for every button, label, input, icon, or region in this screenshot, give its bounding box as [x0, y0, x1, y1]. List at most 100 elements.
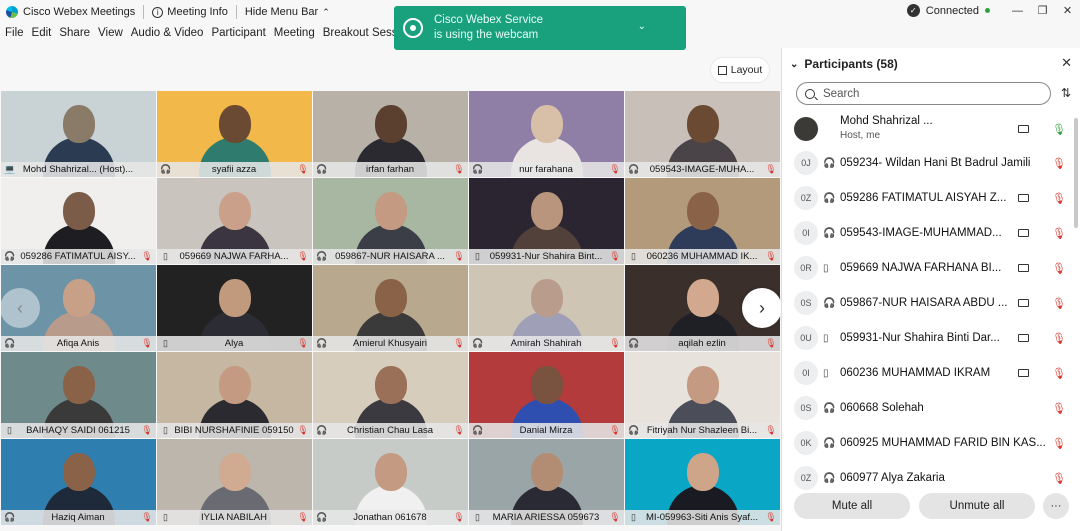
- participant-video: [42, 453, 115, 525]
- muted-mic-icon[interactable]: 🎙: [1052, 402, 1066, 415]
- muted-mic-icon[interactable]: 🎙: [1052, 472, 1066, 485]
- muted-mic-icon: 🎙: [765, 251, 777, 261]
- video-tile[interactable]: ▯ IYLIA NABILAH 🎙: [157, 439, 312, 525]
- layout-button[interactable]: Layout: [711, 58, 769, 82]
- participant-row[interactable]: 0U ▯ 059931-Nur Shahira Binti Dar... 🎙: [782, 321, 1072, 355]
- more-options-button[interactable]: ···: [1043, 493, 1069, 519]
- muted-mic-icon[interactable]: 🎙: [1052, 227, 1066, 240]
- participant-search-input[interactable]: Search: [796, 82, 1051, 105]
- participant-video: [42, 105, 115, 177]
- video-tile[interactable]: 🎧 nur farahana 🎙: [469, 91, 624, 177]
- headset-icon: 🎧: [472, 338, 484, 348]
- connection-status[interactable]: ✓ Connected: [906, 4, 990, 17]
- headset-icon: 🎧: [4, 512, 16, 522]
- video-icon[interactable]: [1018, 369, 1029, 377]
- menu-meeting[interactable]: Meeting: [274, 27, 315, 45]
- participant-row[interactable]: 0I ▯ 060236 MUHAMMAD IKRAM 🎙: [782, 356, 1072, 390]
- video-tile[interactable]: 🎧 syafii azza 🎙: [157, 91, 312, 177]
- muted-mic-icon[interactable]: 🎙: [1052, 437, 1066, 450]
- participant-row[interactable]: 0R ▯ 059669 NAJWA FARHANA BI... 🎙: [782, 251, 1072, 285]
- next-page-button[interactable]: ›: [742, 288, 782, 328]
- video-tile[interactable]: ▯ BIBI NURSHAFINIE 059150 🎙: [157, 352, 312, 438]
- participant-row[interactable]: 0J 🎧 059234- Wildan Hani Bt Badrul Jamil…: [782, 146, 1072, 180]
- chevron-down-icon[interactable]: ⌄: [638, 21, 646, 32]
- menu-share[interactable]: Share: [59, 27, 90, 45]
- video-tile[interactable]: ▯ BAIHAQY SAIDI 061215 🎙: [1, 352, 156, 438]
- hide-menu-bar-button[interactable]: Hide Menu Bar ⌃: [245, 6, 330, 18]
- participant-row[interactable]: 0S 🎧 059867-NUR HAISARA ABDU ... 🎙: [782, 286, 1072, 320]
- muted-mic-icon[interactable]: 🎙: [1052, 262, 1066, 275]
- menu-file[interactable]: File: [5, 27, 24, 45]
- video-tile[interactable]: ▯ 059669 NAJWA FARHA... 🎙: [157, 178, 312, 264]
- muted-mic-icon: 🎙: [453, 512, 465, 522]
- video-tile[interactable]: 🎧 Haziq Aiman 🎙: [1, 439, 156, 525]
- close-panel-icon[interactable]: ✕: [1061, 55, 1072, 71]
- participant-row-host[interactable]: Mohd Shahrizal ... Host, me 🎙: [782, 112, 1072, 146]
- previous-page-button[interactable]: ‹: [0, 288, 40, 328]
- video-icon[interactable]: [1018, 229, 1029, 237]
- video-icon[interactable]: [1018, 299, 1029, 307]
- video-tile[interactable]: 🎧 Amierul Khusyairi 🎙: [313, 265, 468, 351]
- phone-icon: ▯: [163, 425, 168, 435]
- participant-video: [510, 279, 583, 351]
- participant-name: 059286 FATIMATUL AISY...: [20, 251, 136, 262]
- video-tile[interactable]: ▯ 060236 MUHAMMAD IK... 🎙: [625, 178, 780, 264]
- minimize-icon[interactable]: —: [1005, 0, 1030, 22]
- menu-edit[interactable]: Edit: [32, 27, 52, 45]
- headset-icon: 🎧: [4, 338, 16, 348]
- webcam-notification[interactable]: Cisco Webex Service is using the webcam …: [394, 6, 686, 50]
- phone-icon: ▯: [823, 367, 829, 379]
- app-title: Cisco Webex Meetings: [23, 6, 136, 18]
- scrollbar[interactable]: [1074, 118, 1078, 228]
- video-tile[interactable]: ▯ MARIA ARIESSA 059673 🎙: [469, 439, 624, 525]
- search-placeholder: Search: [823, 87, 860, 100]
- video-tile[interactable]: 🎧 059543-IMAGE-MUHA... 🎙: [625, 91, 780, 177]
- participant-name: 059867-NUR HAISARA ABDU ...: [840, 297, 1008, 309]
- video-tile[interactable]: 🎧 Amirah Shahirah 🎙: [469, 265, 624, 351]
- video-tile[interactable]: 🎧 irfan farhan 🎙: [313, 91, 468, 177]
- video-tile[interactable]: ▯ 059931-Nur Shahira Bint... 🎙: [469, 178, 624, 264]
- sort-icon[interactable]: ⇅: [1061, 86, 1071, 100]
- participant-video: [354, 105, 427, 177]
- participant-name: 059931-Nur Shahira Bint...: [489, 251, 603, 262]
- meeting-info-button[interactable]: i Meeting Info: [152, 6, 228, 18]
- video-tile[interactable]: ▯ MI-059963-Siti Anis Syaf... 🎙: [625, 439, 780, 525]
- menu-audio-video[interactable]: Audio & Video: [131, 27, 204, 45]
- headset-icon: 🎧: [823, 192, 836, 204]
- close-window-icon[interactable]: ✕: [1055, 0, 1080, 22]
- muted-mic-icon[interactable]: 🎙: [1052, 157, 1066, 170]
- menu-participant[interactable]: Participant: [211, 27, 265, 45]
- video-tile[interactable]: 🎧 Danial Mirza 🎙: [469, 352, 624, 438]
- video-tile[interactable]: 🎧 059867-NUR HAISARA ... 🎙: [313, 178, 468, 264]
- participant-name: Fitriyah Nur Shazleen Bi...: [646, 425, 758, 436]
- video-grid: 💻 Mohd Shahrizal... (Host)... 🎧 syafii a…: [1, 91, 780, 531]
- video-tile[interactable]: 💻 Mohd Shahrizal... (Host)...: [1, 91, 156, 177]
- participant-row[interactable]: 0S 🎧 060668 Solehah 🎙: [782, 391, 1072, 425]
- muted-mic-icon[interactable]: 🎙: [1052, 192, 1066, 205]
- menu-view[interactable]: View: [98, 27, 123, 45]
- maximize-icon[interactable]: ❐: [1030, 0, 1055, 22]
- unmute-all-button[interactable]: Unmute all: [919, 493, 1035, 519]
- video-tile[interactable]: 🎧 Jonathan 061678 🎙: [313, 439, 468, 525]
- muted-mic-icon: 🎙: [453, 251, 465, 261]
- video-tile[interactable]: ▯ Alya 🎙: [157, 265, 312, 351]
- video-icon[interactable]: [1018, 194, 1029, 202]
- video-icon[interactable]: [1018, 334, 1029, 342]
- participant-row[interactable]: 0I 🎧 059543-IMAGE-MUHAMMAD... 🎙: [782, 216, 1072, 250]
- computer-icon: 💻: [4, 164, 16, 174]
- video-icon[interactable]: [1018, 264, 1029, 272]
- phone-icon: ▯: [163, 338, 168, 348]
- participants-header[interactable]: ⌄ Participants (58): [790, 57, 898, 71]
- video-tile[interactable]: 🎧 059286 FATIMATUL AISY... 🎙: [1, 178, 156, 264]
- participant-row[interactable]: 0K 🎧 060925 MUHAMMAD FARID BIN KAS... 🎙: [782, 426, 1072, 460]
- muted-mic-icon: 🎙: [297, 338, 309, 348]
- participant-row[interactable]: 0Z 🎧 059286 FATIMATUL AISYAH Z... 🎙: [782, 181, 1072, 215]
- video-tile[interactable]: 🎧 Fitriyah Nur Shazleen Bi... 🎙: [625, 352, 780, 438]
- video-icon[interactable]: [1018, 125, 1029, 133]
- muted-mic-icon[interactable]: 🎙: [1052, 367, 1066, 380]
- mute-all-button[interactable]: Mute all: [794, 493, 910, 519]
- video-tile[interactable]: 🎧 Christian Chau Lasa 🎙: [313, 352, 468, 438]
- muted-mic-icon[interactable]: 🎙: [1052, 332, 1066, 345]
- muted-mic-icon[interactable]: 🎙: [1052, 297, 1066, 310]
- microphone-icon[interactable]: 🎙: [1052, 123, 1066, 136]
